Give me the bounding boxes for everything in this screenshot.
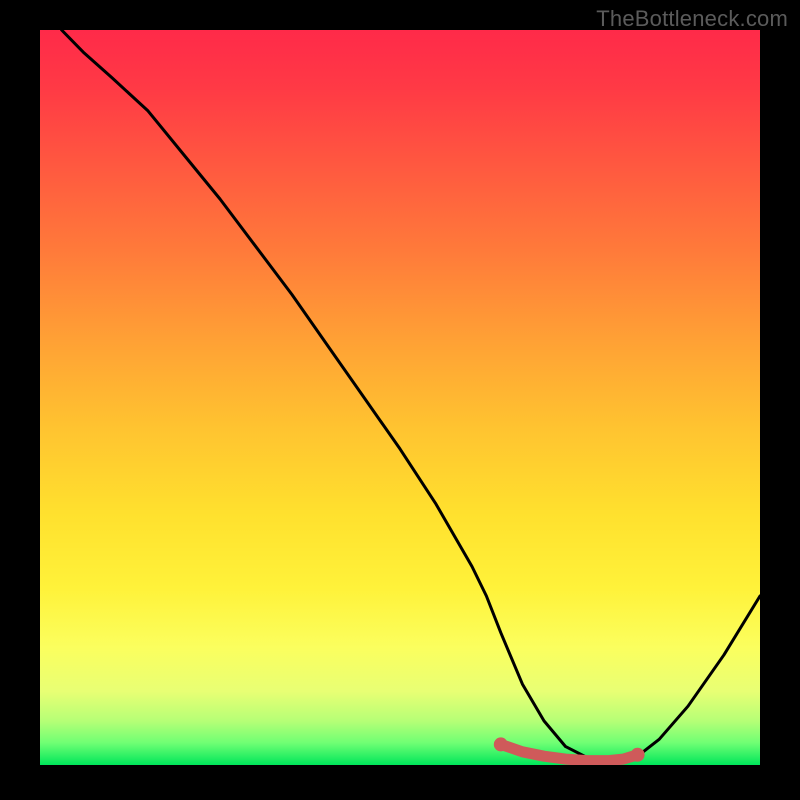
optimal-band-start-dot [494,737,508,751]
curve-path [62,30,760,761]
bottleneck-curve-line [62,30,760,761]
watermark-text: TheBottleneck.com [596,6,788,32]
chart-container: TheBottleneck.com [0,0,800,800]
chart-svg [40,30,760,765]
plot-area [40,30,760,765]
optimal-band-end-dot [631,748,645,762]
